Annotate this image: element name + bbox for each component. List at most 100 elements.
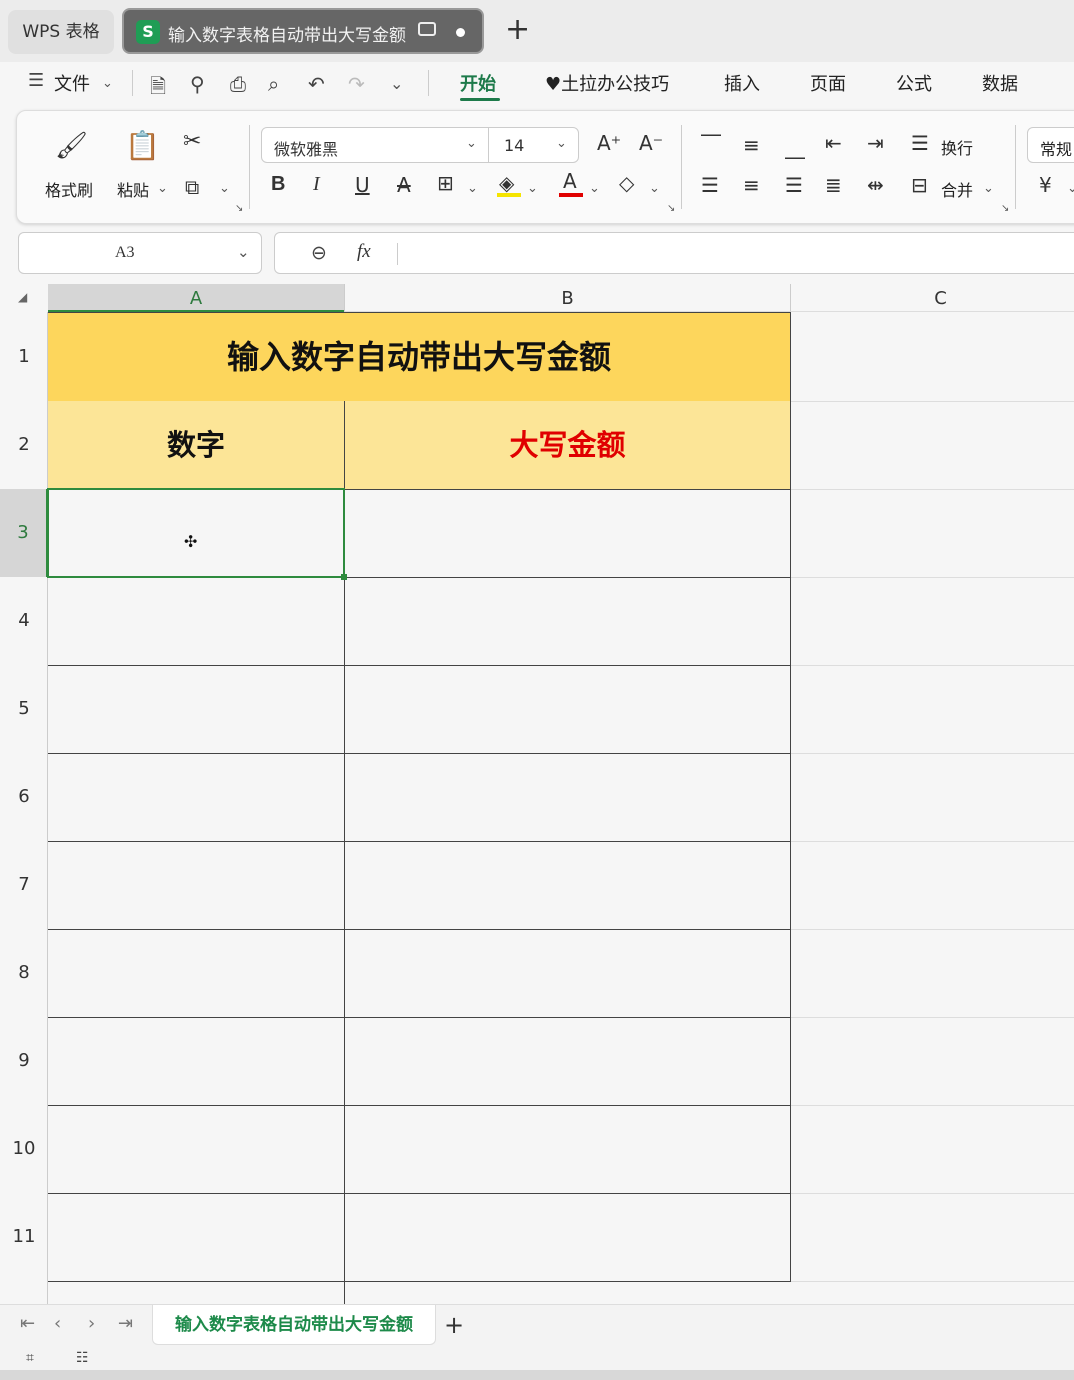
- eraser-icon[interactable]: ◇: [619, 171, 634, 195]
- monitor-icon[interactable]: [418, 22, 436, 36]
- name-box[interactable]: A3 ⌄: [18, 232, 262, 274]
- fx-icon[interactable]: fx: [357, 241, 371, 263]
- font-color-icon[interactable]: A: [563, 169, 577, 193]
- merge-icon[interactable]: ⊟: [911, 173, 928, 197]
- formula-bar[interactable]: ⊖ fx: [274, 232, 1074, 274]
- file-menu[interactable]: 文件: [54, 70, 90, 96]
- row-header-2[interactable]: 2: [0, 401, 48, 489]
- add-sheet-button[interactable]: +: [444, 1311, 464, 1339]
- align-bottom-icon[interactable]: ⎽: [785, 135, 805, 159]
- title-cell[interactable]: 输入数字自动带出大写金额: [48, 312, 791, 402]
- font-selector[interactable]: 微软雅黑 ⌄ 14 ⌄: [261, 127, 579, 163]
- next-sheet-icon[interactable]: ›: [88, 1313, 95, 1334]
- row-header-5[interactable]: 5: [0, 665, 48, 753]
- align-right-icon[interactable]: ☰: [785, 173, 803, 197]
- print-preview-icon[interactable]: ⌕: [268, 72, 279, 96]
- row-header-10[interactable]: 10: [0, 1105, 48, 1193]
- font-name-chevron-icon[interactable]: ⌄: [466, 136, 477, 151]
- tab-page[interactable]: 页面: [810, 70, 846, 96]
- hamburger-icon[interactable]: ☰: [28, 70, 44, 91]
- row-header-6[interactable]: 6: [0, 753, 48, 841]
- row-header-8[interactable]: 8: [0, 929, 48, 1017]
- borders-chevron-icon[interactable]: ⌄: [467, 181, 478, 196]
- cell-a11[interactable]: [48, 1193, 345, 1282]
- row-header-11[interactable]: 11: [0, 1193, 48, 1281]
- wrap-text-icon[interactable]: ☰: [911, 131, 929, 155]
- cell-b3[interactable]: [344, 489, 791, 578]
- cell-b6[interactable]: [344, 753, 791, 842]
- tab-home[interactable]: 开始: [460, 70, 496, 96]
- align-left-icon[interactable]: ☰: [701, 173, 719, 197]
- justify-icon[interactable]: ≣: [825, 173, 842, 197]
- cell-b7[interactable]: [344, 841, 791, 930]
- fill-handle[interactable]: [341, 574, 347, 580]
- prev-sheet-icon[interactable]: ‹: [54, 1313, 61, 1334]
- save-icon[interactable]: 🗎: [150, 72, 166, 106]
- cell-b10[interactable]: [344, 1105, 791, 1194]
- document-tab[interactable]: S 输入数字表格自动带出大写金额: [122, 8, 484, 54]
- select-all-icon[interactable]: ◢: [18, 290, 27, 304]
- macro-icon[interactable]: ⌗: [26, 1350, 34, 1366]
- column-header-b[interactable]: B: [344, 284, 790, 312]
- bold-icon[interactable]: B: [271, 173, 285, 196]
- align-top-icon[interactable]: ⎺: [701, 131, 721, 155]
- column-header-a[interactable]: A: [48, 284, 344, 312]
- column-header-c[interactable]: C: [790, 284, 1074, 312]
- unsaved-dot-icon[interactable]: [456, 28, 465, 37]
- tab-formula[interactable]: 公式: [896, 70, 932, 96]
- cell-a10[interactable]: [48, 1105, 345, 1194]
- font-size[interactable]: 14: [504, 136, 524, 155]
- last-sheet-icon[interactable]: ⇥: [118, 1313, 133, 1334]
- alignment-dialog-icon[interactable]: ↘: [1001, 203, 1009, 214]
- distributed-icon[interactable]: ⇹: [867, 173, 884, 197]
- copy-chevron-icon[interactable]: ⌄: [219, 181, 230, 196]
- tab-data[interactable]: 数据: [982, 70, 1018, 96]
- header-cell-number[interactable]: 数字: [48, 401, 345, 490]
- currency-chevron-icon[interactable]: ⌄: [1067, 181, 1074, 196]
- print-icon[interactable]: ⎙: [230, 72, 246, 96]
- redo-icon[interactable]: ↷: [348, 72, 365, 96]
- cell-a7[interactable]: [48, 841, 345, 930]
- merge-chevron-icon[interactable]: ⌄: [983, 181, 994, 196]
- fill-color-chevron-icon[interactable]: ⌄: [527, 181, 538, 196]
- paste-label[interactable]: 粘贴: [117, 177, 149, 201]
- align-middle-icon[interactable]: ≡: [743, 133, 760, 157]
- tab-insert[interactable]: 插入: [724, 70, 760, 96]
- clear-chevron-icon[interactable]: ⌄: [649, 181, 660, 196]
- app-tab[interactable]: WPS 表格: [8, 10, 114, 54]
- row-header-1[interactable]: 1: [0, 312, 48, 401]
- cell-a5[interactable]: [48, 665, 345, 754]
- italic-icon[interactable]: I: [313, 173, 320, 196]
- cell-b9[interactable]: [344, 1017, 791, 1106]
- borders-icon[interactable]: ⊞: [437, 171, 454, 195]
- cell-b5[interactable]: [344, 665, 791, 754]
- sheet-list-icon[interactable]: ☷: [76, 1350, 89, 1366]
- decrease-font-icon[interactable]: A⁻: [639, 131, 663, 155]
- cell-a6[interactable]: [48, 753, 345, 842]
- zoom-icon[interactable]: ⊖: [311, 242, 327, 264]
- sheet-tab-active[interactable]: 输入数字表格自动带出大写金额: [152, 1305, 436, 1345]
- font-name[interactable]: 微软雅黑: [274, 136, 338, 160]
- number-format-selector[interactable]: 常规: [1027, 127, 1074, 163]
- new-tab-button[interactable]: +: [505, 15, 530, 45]
- row-header-9[interactable]: 9: [0, 1017, 48, 1105]
- strikethrough-icon[interactable]: A: [397, 173, 411, 197]
- clipboard-dialog-icon[interactable]: ↘: [235, 203, 243, 214]
- font-dialog-icon[interactable]: ↘: [667, 203, 675, 214]
- font-size-chevron-icon[interactable]: ⌄: [556, 136, 567, 151]
- more-chevron-icon[interactable]: ⌄: [390, 74, 403, 93]
- header-cell-amount[interactable]: 大写金额: [344, 401, 791, 490]
- name-box-chevron-icon[interactable]: ⌄: [237, 243, 250, 261]
- increase-font-icon[interactable]: A⁺: [597, 131, 621, 155]
- increase-indent-icon[interactable]: ⇥: [867, 131, 884, 155]
- fill-color-icon[interactable]: ◈: [499, 171, 514, 195]
- row-header-4[interactable]: 4: [0, 577, 48, 665]
- currency-icon[interactable]: ¥: [1039, 173, 1052, 197]
- cut-icon[interactable]: ✂: [183, 129, 201, 154]
- wrap-text-label[interactable]: 换行: [941, 135, 973, 159]
- chevron-down-icon[interactable]: ⌄: [102, 76, 113, 91]
- merge-label[interactable]: 合并: [941, 177, 973, 201]
- tab-custom-tips[interactable]: ♥土拉办公技巧: [545, 70, 669, 96]
- cell-reference[interactable]: A3: [115, 244, 135, 262]
- scrollbar-track[interactable]: [0, 1370, 1074, 1380]
